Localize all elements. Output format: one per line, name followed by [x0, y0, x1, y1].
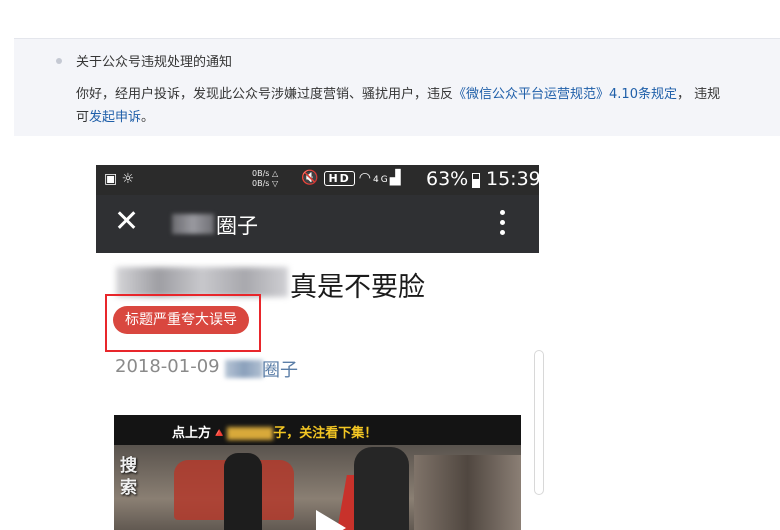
publish-date: 2018-01-09: [115, 356, 220, 377]
signal-icon: ▟: [389, 170, 403, 186]
mute-icon: 🔇: [301, 170, 321, 186]
account-name: 圈子: [216, 214, 258, 238]
close-icon[interactable]: ✕: [114, 205, 139, 239]
notice-text: 你好，经用户投诉，发现此公众号涉嫌过度营销、骚扰用户，违反: [76, 87, 454, 102]
blurred-caption: [227, 427, 274, 440]
rules-link[interactable]: 《微信公众平台运营规范》4.10条规定: [453, 87, 677, 102]
person-figure: [224, 453, 262, 530]
video-player[interactable]: 点上方🔺 子，关注看下集！ 搜索: [114, 415, 521, 530]
status-bar: ▣ ☼ 0B/s △ 0B/s ▽ 🔇 HD ◠4G▟ 63% 15:39: [96, 165, 539, 195]
battery-icon: [472, 173, 480, 188]
phone-screenshot: ▣ ☼ 0B/s △ 0B/s ▽ 🔇 HD ◠4G▟ 63% 15:39 ✕ 圈子…: [96, 165, 539, 530]
more-menu-icon[interactable]: [500, 210, 506, 240]
battery-percent: 63%: [426, 168, 469, 190]
net-down: 0B/s ▽: [252, 179, 279, 188]
notice-body-line1: 你好，经用户投诉，发现此公众号涉嫌过度营销、骚扰用户，违反《微信公众平台运营规范…: [76, 83, 720, 102]
status-icons: 🔇 HD ◠4G▟: [301, 170, 402, 186]
wifi-icon: ◠: [358, 170, 373, 186]
hd-badge: HD: [324, 171, 355, 186]
gallery-icon: ▣ ☼: [104, 171, 135, 187]
article-headline: 真是不要脸: [290, 272, 425, 303]
crowd: [414, 455, 521, 530]
person-figure: [354, 447, 409, 530]
blurred-headline: [116, 267, 288, 297]
notice-text-suffix: ， 违规: [676, 87, 721, 102]
misleading-title-tag: 标题严重夸大误导: [113, 306, 249, 334]
network-speed: 0B/s △ 0B/s ▽: [252, 169, 278, 189]
blurred-account-name: [172, 214, 214, 234]
signal-label: 4G: [373, 175, 390, 185]
video-side-text: 搜索: [120, 456, 137, 498]
play-icon[interactable]: [316, 510, 346, 530]
notice-text-prefix: 可: [76, 110, 90, 125]
author-link[interactable]: 圈子: [262, 356, 298, 382]
notice-text-end: 。: [141, 110, 155, 125]
video-caption: 点上方🔺 子，关注看下集！: [172, 422, 377, 441]
scrollbar[interactable]: [534, 350, 544, 495]
bullet-dot: [56, 58, 62, 64]
app-bar: ✕ 圈子: [96, 195, 539, 253]
net-up: 0B/s △: [252, 169, 279, 178]
notice-title: 关于公众号违规处理的通知: [76, 55, 233, 70]
appeal-link[interactable]: 发起申诉: [89, 110, 141, 125]
blurred-author: [225, 360, 263, 378]
caption-suffix: 子，关注看下集！: [273, 426, 378, 441]
caption-prefix: 点上方🔺: [172, 426, 228, 441]
notice-body-line2: 可发起申诉。: [76, 106, 154, 125]
violation-notice-panel: 关于公众号违规处理的通知 你好，经用户投诉，发现此公众号涉嫌过度营销、骚扰用户，…: [14, 38, 780, 136]
clock: 15:39: [486, 168, 539, 190]
